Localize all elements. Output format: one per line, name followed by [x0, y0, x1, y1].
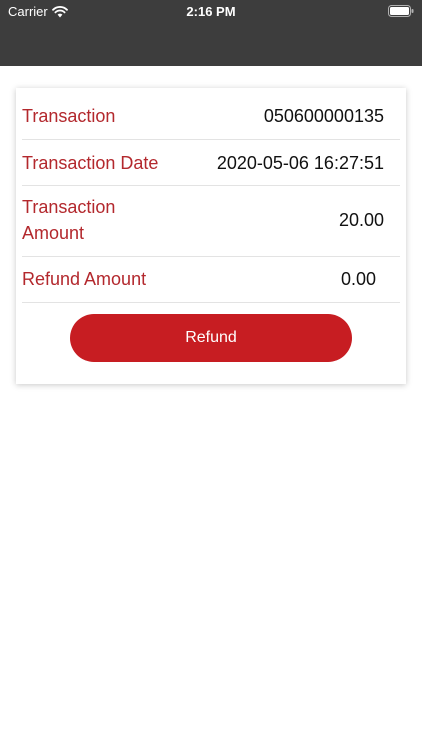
status-bar: Carrier 2:16 PM	[0, 0, 422, 22]
battery-icon	[388, 5, 414, 17]
app-header-bar: Carrier 2:16 PM	[0, 0, 422, 66]
transaction-date-value: 2020-05-06 16:27:51	[216, 153, 384, 173]
transaction-amount-label-line1: Transaction	[22, 197, 116, 217]
transaction-id-label: Transaction	[22, 106, 116, 126]
transaction-date-row: Transaction Date 2020-05-06 16:27:51	[22, 140, 400, 186]
transaction-id-row: Transaction 050600000135	[22, 88, 400, 140]
transaction-amount-value: 20.00	[338, 210, 384, 230]
transaction-amount-row: Transaction Amount 20.00	[22, 186, 400, 257]
refund-amount-row: Refund Amount 0.00	[22, 257, 400, 303]
transaction-id-value: 050600000135	[263, 106, 384, 126]
transaction-amount-label-line2: Amount	[22, 223, 85, 243]
refund-amount-value: 0.00	[340, 269, 376, 289]
refund-amount-label: Refund Amount	[22, 269, 147, 289]
transaction-card: Transaction 050600000135 Transaction Dat…	[16, 88, 406, 384]
transaction-date-label: Transaction Date	[22, 153, 159, 173]
refund-button[interactable]: Refund	[70, 314, 352, 362]
status-time: 2:16 PM	[186, 4, 236, 19]
